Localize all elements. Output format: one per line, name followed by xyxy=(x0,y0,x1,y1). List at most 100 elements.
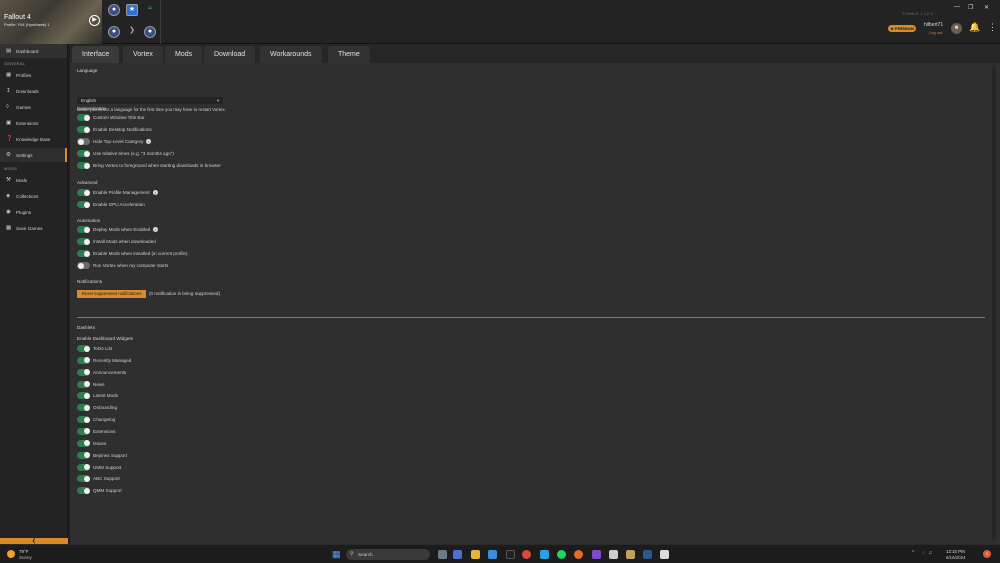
tab-mods[interactable]: Mods xyxy=(165,46,203,63)
task-view-icon[interactable] xyxy=(438,550,447,559)
tab-download[interactable]: Download xyxy=(204,46,256,63)
tool-icon-2[interactable]: ● xyxy=(108,26,120,38)
sidebar-item-label: Extensions xyxy=(16,120,39,126)
toggle-switch[interactable] xyxy=(77,368,90,376)
vortex-window: Fallout 4 Profile: Y04 (Hyrdhawk) 1 ▶ ● … xyxy=(0,0,1000,563)
toggle-switch[interactable] xyxy=(77,439,90,447)
collections-icon: ◈ xyxy=(6,193,11,199)
wifi-volume-icon[interactable]: ◌ ♫ xyxy=(922,550,933,556)
minimize-icon[interactable]: — xyxy=(954,4,960,10)
toggle-switch[interactable] xyxy=(77,150,90,157)
sidebar-item-collections[interactable]: ◈ Collections xyxy=(0,189,67,203)
setting-label: Bring Vortex to foreground when starting… xyxy=(93,163,221,168)
info-icon[interactable]: i xyxy=(153,226,158,232)
sun-icon[interactable] xyxy=(7,550,15,558)
toggle-switch[interactable] xyxy=(77,356,90,364)
avatar[interactable]: ☻ xyxy=(951,23,962,34)
star-tool-icon[interactable]: ★ xyxy=(126,4,138,16)
sidebar-item-mods[interactable]: ⚒ Mods xyxy=(0,173,67,187)
weather-temperature: 79°F xyxy=(19,549,29,554)
firefox-icon[interactable] xyxy=(574,550,583,559)
app-icon[interactable] xyxy=(592,550,601,559)
toggle-switch[interactable] xyxy=(77,201,90,208)
language-value: English xyxy=(81,98,97,103)
toggle-switch[interactable] xyxy=(77,427,90,435)
sidebar-item-games[interactable]: ◊ Games xyxy=(0,100,67,114)
profiles-icon: ▦ xyxy=(6,72,12,78)
toggle-switch[interactable] xyxy=(77,451,90,459)
chevron-right-icon[interactable]: ❯ xyxy=(126,26,138,38)
toggle-switch[interactable] xyxy=(77,162,90,169)
teams-icon[interactable] xyxy=(453,550,462,559)
sidebar-item-extensions[interactable]: ▣ Extensions xyxy=(0,116,67,130)
active-game-tile[interactable]: Fallout 4 Profile: Y04 (Hyrdhawk) 1 ▶ xyxy=(0,0,102,44)
notepad-icon[interactable] xyxy=(660,550,669,559)
toggle-switch[interactable] xyxy=(77,416,90,424)
sidebar-item-plugins[interactable]: ◉ Plugins xyxy=(0,205,67,219)
sidebar-item-settings[interactable]: ⚙ Settings xyxy=(0,148,67,162)
windows-start-icon[interactable]: ▦ xyxy=(332,550,341,559)
edge-icon[interactable] xyxy=(540,550,549,559)
scrollbar[interactable] xyxy=(992,65,996,540)
info-icon[interactable]: i xyxy=(146,138,151,144)
toggle-switch[interactable] xyxy=(77,189,90,196)
mail-icon[interactable] xyxy=(488,550,497,559)
toggle-switch[interactable] xyxy=(77,226,90,233)
sidebar-item-downloads[interactable]: ↧ Downloads xyxy=(0,84,67,98)
toggle-switch[interactable] xyxy=(77,392,90,400)
logout-link[interactable]: Log out xyxy=(929,30,942,35)
close-icon[interactable]: ✕ xyxy=(984,4,989,11)
version-label: STABLE 1.12.0 xyxy=(902,11,934,16)
toggle-switch[interactable] xyxy=(77,380,90,388)
toggle-switch[interactable] xyxy=(77,114,90,121)
taskbar-search[interactable]: ⚲ Search xyxy=(346,549,430,560)
chevron-up-icon[interactable]: ⌃ xyxy=(911,550,915,556)
restore-icon[interactable]: ❐ xyxy=(968,4,973,11)
tab-vortex[interactable]: Vortex xyxy=(123,46,163,63)
settings-tabs: Interface Vortex Mods Download Workaroun… xyxy=(70,44,1000,63)
reset-suppressed-notifications-button[interactable]: Reset suppressed notifications xyxy=(77,290,146,298)
toggle-knob xyxy=(83,464,90,470)
setting-label: QMM Support xyxy=(93,488,122,494)
wifi-tool-icon[interactable]: ≈ xyxy=(144,4,156,16)
steam-icon[interactable] xyxy=(643,550,652,559)
toggle-switch[interactable] xyxy=(77,262,90,269)
tab-theme[interactable]: Theme xyxy=(328,46,370,63)
tool-icon-1[interactable]: ● xyxy=(108,4,120,16)
puzzle-icon[interactable] xyxy=(609,550,618,559)
toggle-switch[interactable] xyxy=(77,238,90,245)
vortex-taskbar-icon[interactable] xyxy=(626,550,635,559)
setting-label: Hide Top-Level Category xyxy=(93,139,144,144)
chrome-icon[interactable] xyxy=(522,550,531,559)
sidebar-item-knowledge-base[interactable]: ❓ Knowledge Base xyxy=(0,132,67,146)
toggle-switch[interactable] xyxy=(77,250,90,257)
toggle-switch[interactable] xyxy=(77,463,90,471)
clock-time: 12:10 PM xyxy=(946,549,965,554)
terminal-icon[interactable] xyxy=(506,550,515,559)
info-icon[interactable]: i xyxy=(153,189,158,195)
sidebar: ▤ Dashboard GENERAL ▦ Profiles ↧ Downloa… xyxy=(0,44,68,544)
file-explorer-icon[interactable] xyxy=(471,550,480,559)
more-menu-icon[interactable]: ⋮ xyxy=(988,22,997,33)
tab-workarounds[interactable]: Workarounds xyxy=(260,46,322,63)
toggle-switch[interactable] xyxy=(77,345,90,352)
toggle-switch[interactable] xyxy=(77,138,90,145)
notification-center-icon[interactable]: 1 xyxy=(983,550,991,558)
toggle-knob xyxy=(83,440,90,447)
tab-interface[interactable]: Interface xyxy=(72,46,120,63)
sidebar-item-save-games[interactable]: ▩ Save Games xyxy=(0,221,67,235)
toggle-switch[interactable] xyxy=(77,404,90,412)
toggle-switch[interactable] xyxy=(77,487,90,495)
customisation-heading: Customisation xyxy=(77,106,107,111)
tool-icon-3[interactable]: ● xyxy=(144,26,156,38)
spotify-icon[interactable] xyxy=(557,550,566,559)
taskbar-search-label: Search xyxy=(358,552,373,557)
sidebar-item-profiles[interactable]: ▦ Profiles xyxy=(0,68,67,82)
sidebar-item-dashboard[interactable]: ▤ Dashboard xyxy=(0,44,67,58)
language-select[interactable]: English ▼ xyxy=(77,97,223,104)
play-icon[interactable]: ▶ xyxy=(89,15,100,26)
toggle-switch[interactable] xyxy=(77,126,90,133)
notifications-heading: Notifications xyxy=(77,279,103,284)
bell-icon[interactable]: 🔔 xyxy=(969,22,980,33)
toggle-switch[interactable] xyxy=(77,475,90,483)
